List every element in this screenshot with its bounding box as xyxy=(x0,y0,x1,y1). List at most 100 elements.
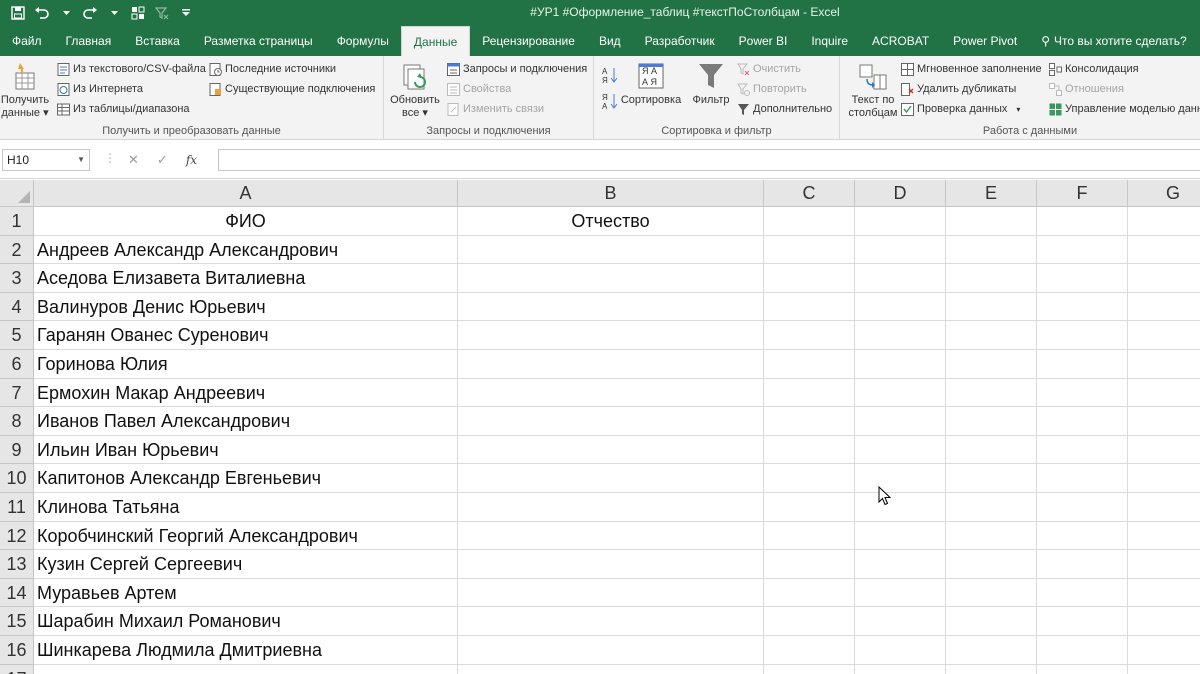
cell-d3[interactable] xyxy=(855,264,946,293)
remove-duplicates-button[interactable]: Удалить дубликаты xyxy=(900,80,1016,98)
row-header[interactable]: 3 xyxy=(0,264,34,293)
cell-a14[interactable]: Муравьев Артем xyxy=(34,578,458,608)
sort-button[interactable]: Я АА Я Сортировка xyxy=(620,60,682,107)
refresh-all-button[interactable]: Обновить все ▾ xyxy=(388,60,442,120)
cell-g11[interactable] xyxy=(1128,493,1200,522)
cell-f12[interactable] xyxy=(1037,521,1128,551)
cell-b13[interactable] xyxy=(458,550,764,579)
tab-6[interactable]: Рецензирование xyxy=(470,26,587,56)
cell-c14[interactable] xyxy=(764,578,855,608)
cell-g3[interactable] xyxy=(1128,264,1200,293)
select-all-corner[interactable] xyxy=(0,180,34,207)
cell-b3[interactable] xyxy=(458,264,764,293)
cell-a12[interactable]: Коробчинский Георгий Александрович xyxy=(34,521,458,551)
cell-e17[interactable] xyxy=(946,664,1037,674)
cell-c1[interactable] xyxy=(764,207,855,236)
cell-b8[interactable] xyxy=(458,407,764,436)
cell-c2[interactable] xyxy=(764,235,855,265)
cell-a5[interactable]: Гаранян Ованес Суренович xyxy=(34,321,458,350)
tab-7[interactable]: Вид xyxy=(587,26,633,56)
cell-f16[interactable] xyxy=(1037,636,1128,665)
cell-d9[interactable] xyxy=(855,435,946,465)
cell-b12[interactable] xyxy=(458,521,764,551)
cell-d2[interactable] xyxy=(855,235,946,265)
cell-d16[interactable] xyxy=(855,636,946,665)
from-web-button[interactable]: Из Интернета xyxy=(56,80,143,98)
manage-data-model-button[interactable]: Управление моделью данн xyxy=(1048,100,1200,118)
cell-c16[interactable] xyxy=(764,636,855,665)
cell-b7[interactable] xyxy=(458,378,764,408)
cell-a4[interactable]: Валинуров Денис Юрьевич xyxy=(34,292,458,322)
cell-g2[interactable] xyxy=(1128,236,1200,265)
cell-e12[interactable] xyxy=(946,521,1037,551)
queries-connections-button[interactable]: Запросы и подключения xyxy=(446,60,587,78)
cell-c9[interactable] xyxy=(764,435,855,465)
cell-b5[interactable] xyxy=(458,321,764,350)
cell-e7[interactable] xyxy=(946,378,1037,408)
advanced-button[interactable]: Дополнительно xyxy=(736,100,832,118)
cell-g16[interactable] xyxy=(1128,636,1200,665)
cell-e3[interactable] xyxy=(946,264,1037,293)
cell-e14[interactable] xyxy=(946,578,1037,608)
row-header[interactable]: 2 xyxy=(0,235,34,265)
cell-d15[interactable] xyxy=(855,607,946,636)
cell-e5[interactable] xyxy=(946,321,1037,350)
cell-d14[interactable] xyxy=(855,578,946,608)
row-header[interactable]: 4 xyxy=(0,292,34,322)
cell-d8[interactable] xyxy=(855,407,946,436)
cell-d11[interactable] xyxy=(855,493,946,522)
cell-c15[interactable] xyxy=(764,607,855,636)
from-table-button[interactable]: Из таблицы/диапазона xyxy=(56,100,190,118)
clear-button[interactable]: Очистить xyxy=(736,60,801,78)
column-header-c[interactable]: C xyxy=(764,180,855,207)
row-header[interactable]: 5 xyxy=(0,321,34,350)
cell-d1[interactable] xyxy=(855,207,946,236)
cell-g15[interactable] xyxy=(1128,607,1200,636)
row-header[interactable]: 7 xyxy=(0,378,34,408)
row-header[interactable]: 8 xyxy=(0,407,34,436)
recent-sources-button[interactable]: Последние источники xyxy=(208,60,336,78)
cell-e8[interactable] xyxy=(946,407,1037,436)
cell-c4[interactable] xyxy=(764,292,855,322)
tab-3[interactable]: Разметка страницы xyxy=(192,26,325,56)
cell-b10[interactable] xyxy=(458,464,764,493)
name-box-dropdown-icon[interactable]: ▼ xyxy=(77,155,85,164)
consolidate-button[interactable]: Консолидация xyxy=(1048,60,1139,78)
tab-12[interactable]: Power Pivot xyxy=(941,26,1029,56)
column-header-d[interactable]: D xyxy=(855,180,946,207)
cell-e15[interactable] xyxy=(946,607,1037,636)
cell-c3[interactable] xyxy=(764,264,855,293)
cell-c8[interactable] xyxy=(764,407,855,436)
row-header[interactable]: 12 xyxy=(0,521,34,551)
tab-1[interactable]: Главная xyxy=(54,26,124,56)
cell-f8[interactable] xyxy=(1037,407,1128,436)
cell-g5[interactable] xyxy=(1128,321,1200,350)
properties-button[interactable]: Свойства xyxy=(446,80,511,98)
cell-e6[interactable] xyxy=(946,350,1037,379)
cell-a10[interactable]: Капитонов Александр Евгеньевич xyxy=(34,464,458,493)
row-header[interactable]: 11 xyxy=(0,493,34,522)
cell-a8[interactable]: Иванов Павел Александрович xyxy=(34,407,458,436)
tab-11[interactable]: ACROBAT xyxy=(860,26,941,56)
cell-f15[interactable] xyxy=(1037,607,1128,636)
tell-me-search[interactable]: ⚲ Что вы хотите сделать? xyxy=(1029,26,1198,56)
cell-g4[interactable] xyxy=(1128,293,1200,322)
cell-a17[interactable] xyxy=(34,664,458,674)
cell-d5[interactable] xyxy=(855,321,946,350)
cell-a15[interactable]: Шарабин Михаил Романович xyxy=(34,607,458,636)
cell-g14[interactable] xyxy=(1128,579,1200,608)
cell-a3[interactable]: Аседова Елизавета Виталиевна xyxy=(34,264,458,293)
cell-e2[interactable] xyxy=(946,235,1037,265)
get-data-button[interactable]: Получить данные ▾ xyxy=(0,60,50,120)
cell-e16[interactable] xyxy=(946,636,1037,665)
cell-d6[interactable] xyxy=(855,350,946,379)
cell-c5[interactable] xyxy=(764,321,855,350)
cell-e4[interactable] xyxy=(946,292,1037,322)
enter-icon[interactable]: ✓ xyxy=(157,152,168,168)
flash-fill-button[interactable]: Мгновенное заполнение xyxy=(900,60,1042,78)
cell-a1[interactable]: ФИО xyxy=(34,207,458,236)
cell-f6[interactable] xyxy=(1037,350,1128,379)
cell-f5[interactable] xyxy=(1037,321,1128,350)
tab-0[interactable]: Файл xyxy=(0,26,54,56)
insert-function-icon[interactable]: fx xyxy=(186,153,197,167)
